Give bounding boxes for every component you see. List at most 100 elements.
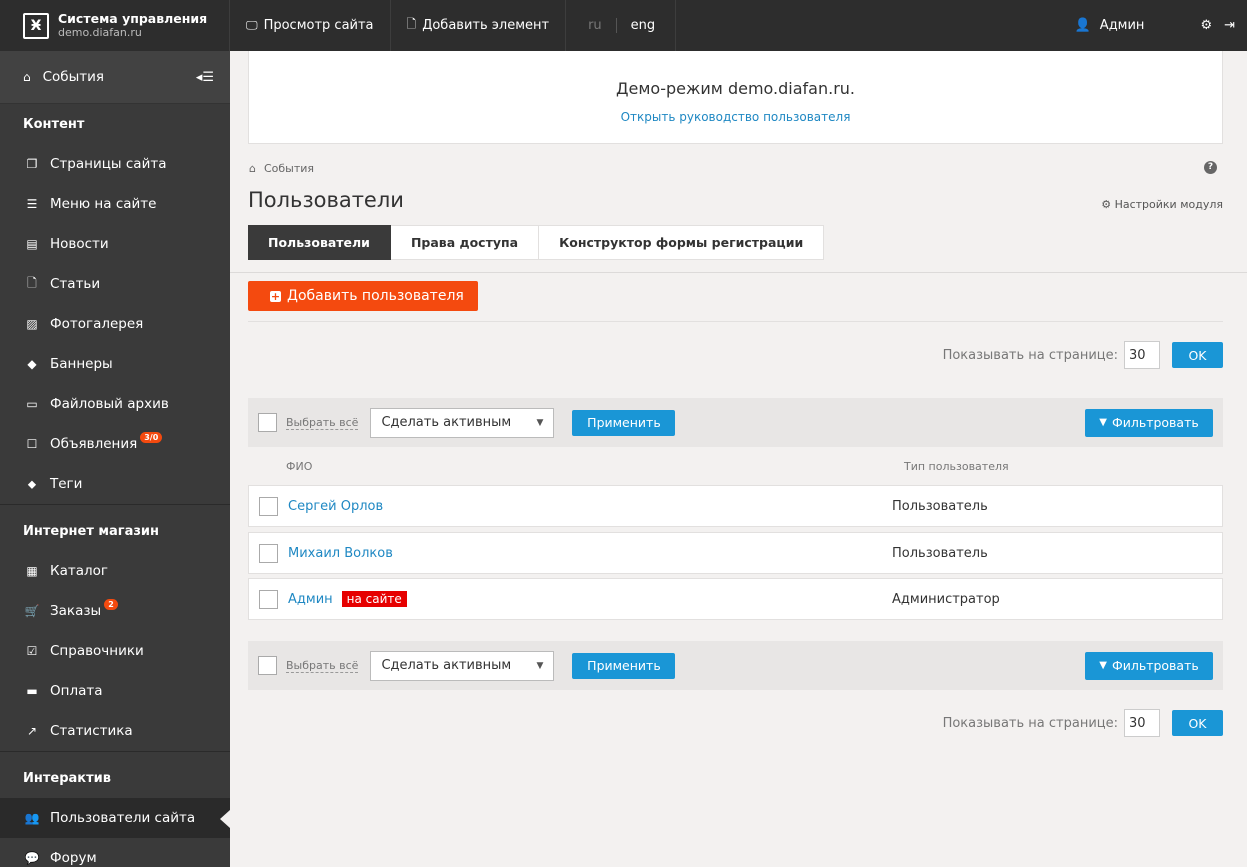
breadcrumb-events[interactable]: События bbox=[264, 162, 314, 175]
tab-users[interactable]: Пользователи bbox=[248, 225, 391, 260]
sidebar-item-label: Теги bbox=[50, 476, 83, 492]
ok-button[interactable]: OK bbox=[1172, 710, 1223, 736]
brand[interactable]: Ӿ Система управления demo.diafan.ru bbox=[0, 0, 230, 51]
main-content: Демо-режим demo.diafan.ru. Открыть руков… bbox=[230, 51, 1247, 867]
help-icon[interactable]: ? bbox=[1204, 161, 1217, 174]
sidebar-item-shop-2[interactable]: ☑ Справочники bbox=[0, 631, 230, 671]
select-all-link[interactable]: Выбрать всё bbox=[286, 659, 359, 673]
sidebar-section-content: Контент bbox=[23, 116, 85, 132]
sidebar-section-interactive: Интерактив bbox=[23, 770, 111, 786]
grid-icon: ▦ bbox=[26, 564, 38, 578]
breadcrumb: ⌂ События bbox=[249, 162, 314, 175]
filter-button[interactable]: ▼ Фильтровать bbox=[1085, 651, 1213, 680]
sidebar-item-content-1[interactable]: ☰ Меню на сайте bbox=[0, 184, 230, 224]
lang-eng[interactable]: eng bbox=[631, 18, 656, 33]
tab-access-rights[interactable]: Права доступа bbox=[390, 225, 540, 260]
top-bar: Ӿ Система управления demo.diafan.ru 🖵 Пр… bbox=[0, 0, 1247, 51]
gear-icon: ⚙ bbox=[1101, 198, 1112, 211]
logout-icon[interactable]: ⇥ bbox=[1224, 18, 1235, 33]
check-icon: ☑ bbox=[26, 644, 38, 658]
per-page-input[interactable] bbox=[1124, 709, 1160, 737]
sidebar-item-events[interactable]: ⌂ События ◂☰ bbox=[0, 51, 230, 104]
module-settings-link[interactable]: ⚙ Настройки модуля bbox=[1101, 198, 1223, 211]
sidebar-section-shop: Интернет магазин bbox=[23, 523, 159, 539]
image-icon: ▨ bbox=[26, 317, 38, 331]
user-icon: 👤 bbox=[1074, 18, 1091, 33]
user-name-link[interactable]: Сергей Орлов bbox=[288, 499, 383, 514]
sidebar-item-label: Файловый архив bbox=[50, 396, 169, 412]
brand-subtitle: demo.diafan.ru bbox=[58, 26, 142, 39]
count-badge: 2 bbox=[104, 598, 118, 610]
user-type: Пользователь bbox=[892, 545, 988, 561]
sidebar-item-label: Меню на сайте bbox=[50, 196, 157, 212]
sidebar-item-label: Форум bbox=[50, 850, 97, 866]
news-icon: ▤ bbox=[26, 237, 38, 251]
per-page-top: Показывать на странице: OK bbox=[943, 341, 1223, 369]
lang-ru[interactable]: ru bbox=[588, 18, 617, 33]
sidebar-item-shop-0[interactable]: ▦ Каталог bbox=[0, 551, 230, 591]
pages-icon: ❐ bbox=[26, 157, 38, 171]
gear-icon[interactable]: ⚙ bbox=[1200, 18, 1212, 33]
sidebar-item-content-0[interactable]: ❐ Страницы сайта bbox=[0, 144, 230, 184]
sidebar-item-content-6[interactable]: ▭ Файловый архив bbox=[0, 384, 230, 424]
filter-icon: ▼ bbox=[1099, 417, 1107, 428]
select-all-link[interactable]: Выбрать всё bbox=[286, 416, 359, 430]
collapse-menu-icon[interactable]: ◂☰ bbox=[196, 70, 214, 85]
sidebar-item-shop-1[interactable]: 🛒 Заказы 2 bbox=[0, 591, 230, 631]
add-user-button[interactable]: + Добавить пользователя bbox=[248, 281, 478, 311]
tab-registration-form[interactable]: Конструктор формы регистрации bbox=[539, 225, 825, 260]
action-select[interactable]: Сделать активным ▼ bbox=[370, 407, 555, 438]
apply-button[interactable]: Применить bbox=[572, 652, 676, 679]
home-icon: ⌂ bbox=[249, 162, 256, 175]
sidebar-item-label: Пользователи сайта bbox=[50, 810, 196, 826]
menu-icon: ☰ bbox=[26, 197, 38, 211]
action-bar-top: Выбрать всё Сделать активным ▼ Применить… bbox=[248, 398, 1223, 447]
sidebar-item-label: Баннеры bbox=[50, 356, 113, 372]
user-type: Пользователь bbox=[892, 498, 988, 514]
language-switch: ru eng bbox=[566, 0, 677, 51]
sidebar-item-label: Статистика bbox=[50, 723, 133, 739]
view-site-link[interactable]: 🖵 Просмотр сайта bbox=[230, 0, 391, 51]
chevron-down-icon: ▼ bbox=[536, 417, 544, 428]
add-element-link[interactable]: 🗋 Добавить элемент bbox=[391, 0, 567, 51]
admin-user-link[interactable]: 👤 Админ bbox=[1074, 18, 1200, 33]
home-icon: ⌂ bbox=[23, 70, 31, 84]
sidebar-item-content-7[interactable]: ☐ Объявления 3/0 bbox=[0, 424, 230, 464]
file-icon: 🗋 bbox=[27, 275, 37, 290]
sidebar-item-label: Заказы bbox=[50, 603, 102, 619]
sidebar-item-interactive-1[interactable]: 💬 Форум bbox=[0, 838, 230, 867]
sidebar-item-interactive-0[interactable]: 👥 Пользователи сайта bbox=[0, 798, 230, 838]
sidebar-item-content-4[interactable]: ▨ Фотогалерея bbox=[0, 304, 230, 344]
table-row: Сергей Орлов Пользователь bbox=[248, 485, 1223, 527]
file-icon: 🗋 bbox=[406, 17, 417, 31]
sidebar-item-content-8[interactable]: ⬥ Теги bbox=[0, 464, 230, 504]
sidebar-item-shop-3[interactable]: ▬ Оплата bbox=[0, 671, 230, 711]
col-type-header: Тип пользователя bbox=[904, 460, 1009, 473]
chart-icon: ↗ bbox=[26, 724, 38, 738]
row-checkbox[interactable] bbox=[259, 589, 278, 609]
online-badge: на сайте bbox=[341, 591, 407, 607]
row-checkbox[interactable] bbox=[259, 496, 278, 516]
table-row: Михаил Волков Пользователь bbox=[248, 532, 1223, 574]
folder-icon: ▭ bbox=[26, 397, 38, 411]
sidebar-item-label: Справочники bbox=[50, 643, 144, 659]
sidebar-item-content-2[interactable]: ▤ Новости bbox=[0, 224, 230, 264]
row-checkbox[interactable] bbox=[259, 543, 278, 563]
monitor-icon: 🖵 bbox=[246, 18, 258, 32]
user-name-link[interactable]: Админ bbox=[288, 592, 333, 607]
page-title: Пользователи bbox=[248, 188, 404, 212]
apply-button[interactable]: Применить bbox=[572, 409, 676, 436]
sidebar-item-content-5[interactable]: ◆ Баннеры bbox=[0, 344, 230, 384]
filter-button[interactable]: ▼ Фильтровать bbox=[1085, 408, 1213, 437]
user-guide-link[interactable]: Открыть руководство пользователя bbox=[249, 110, 1222, 124]
action-select[interactable]: Сделать активным ▼ bbox=[370, 650, 555, 681]
sidebar-item-shop-4[interactable]: ↗ Статистика bbox=[0, 711, 230, 751]
select-all-checkbox[interactable] bbox=[258, 413, 277, 432]
select-all-checkbox[interactable] bbox=[258, 656, 277, 675]
ok-button[interactable]: OK bbox=[1172, 342, 1223, 368]
per-page-input[interactable] bbox=[1124, 341, 1160, 369]
per-page-bottom: Показывать на странице: OK bbox=[943, 709, 1223, 737]
filter-icon: ▼ bbox=[1099, 660, 1107, 671]
sidebar-item-content-3[interactable]: 🗋 Статьи bbox=[0, 264, 230, 304]
user-name-link[interactable]: Михаил Волков bbox=[288, 546, 393, 561]
